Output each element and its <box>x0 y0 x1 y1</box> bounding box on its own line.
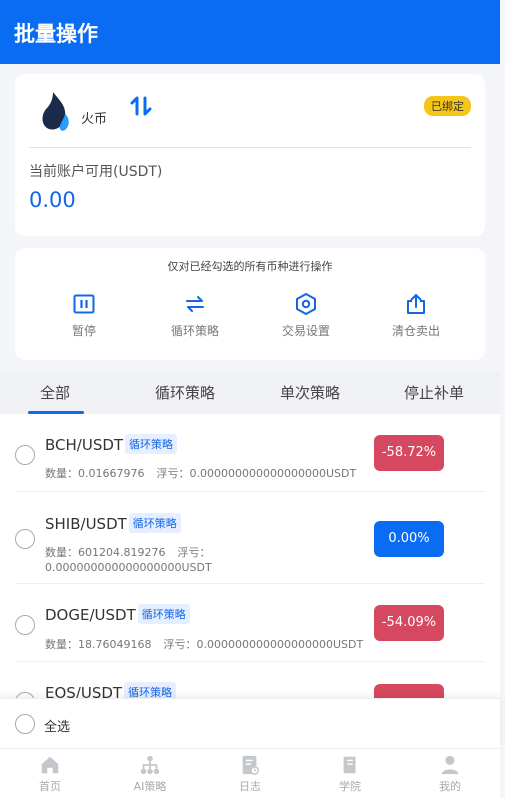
coin-pair-name: DOGE/USDT <box>45 606 136 624</box>
pnl-label: 浮亏： <box>163 638 197 651</box>
book-icon <box>343 756 356 774</box>
row-checkbox[interactable] <box>15 615 35 635</box>
quantity-value: 601204.819276 <box>78 546 166 559</box>
profit-percent-button[interactable]: 0.00% <box>374 521 444 557</box>
coin-pair: BCH/USDT 循环策略 <box>45 434 178 454</box>
strategy-tag: 循环策略 <box>124 682 177 698</box>
filter-tabs: 全部 循环策略 单次策略 停止补单 <box>0 371 500 414</box>
quantity-value: 0.01667976 <box>78 467 145 480</box>
nav-label: 日志 <box>239 780 261 793</box>
nav-label: AI策略 <box>133 780 167 793</box>
hierarchy-icon <box>140 755 160 775</box>
pause-label: 暂停 <box>71 324 96 338</box>
coin-pair-name: EOS/USDT <box>45 684 123 698</box>
quantity-label: 数量： <box>45 638 78 651</box>
settings-icon <box>296 293 316 315</box>
quantity-value: 18.76049168 <box>78 638 152 651</box>
pause-button[interactable]: 暂停 <box>29 292 139 339</box>
nav-item-log[interactable]: 日志 <box>220 754 280 794</box>
available-label: 当前账户可用(USDT) <box>29 164 163 180</box>
pnl-value: 0.000000000000000000USDT <box>189 467 357 480</box>
pnl-value: 0.000000000000000000USDT <box>196 638 364 651</box>
operations-card: 仅对已经勾选的所有币种进行操作 暂停 循环策略 交易设置 清仓卖出 <box>15 248 485 360</box>
select-all-checkbox[interactable] <box>15 714 35 734</box>
operations-note: 仅对已经勾选的所有币种进行操作 <box>167 260 333 273</box>
user-icon <box>441 755 459 775</box>
list-item[interactable]: BCH/USDT 循环策略 数量：0.01667976 浮亏：0.000000000… <box>0 414 500 492</box>
trade-settings-button[interactable]: 交易设置 <box>251 292 361 339</box>
liquidate-sell-button[interactable]: 清仓卖出 <box>361 292 471 339</box>
cycle-strategy-button[interactable]: 循环策略 <box>140 292 250 339</box>
select-all-bar: 全选 <box>0 698 500 748</box>
exchange-card: 火币 已绑定 当前账户可用(USDT) 0.00 <box>15 74 485 236</box>
pnl-value: 0.000000000000000000USDT <box>45 561 212 574</box>
row-checkbox[interactable] <box>15 529 35 549</box>
quantity-label: 数量： <box>45 467 78 480</box>
pnl-label: 浮亏： <box>156 467 190 480</box>
quantity-label: 数量： <box>45 546 78 559</box>
bottom-nav: 首页 AI策略 日志 学院 我的 <box>0 748 500 798</box>
profit-percent-button[interactable]: -58.72% <box>374 435 444 471</box>
strategy-tag: 循环策略 <box>128 513 181 533</box>
strategy-tag: 循环策略 <box>125 434 178 454</box>
coin-list: BCH/USDT 循环策略 数量：0.01667976 浮亏：0.000000000… <box>0 414 500 698</box>
coin-meta: 数量：601204.819276 浮亏： 0.000000000000000000U… <box>45 545 245 575</box>
coin-pair: EOS/USDT 循环策略 <box>45 682 177 698</box>
coin-pair: SHIB/USDT 循环策略 <box>45 513 181 533</box>
home-icon <box>41 756 59 774</box>
profit-percent-button[interactable]: -54.09% <box>374 605 444 641</box>
nav-item-me[interactable]: 我的 <box>420 754 480 794</box>
coin-meta: 数量：0.01667976 浮亏：0.000000000000000000USDT <box>45 466 356 481</box>
tab-single-strategy[interactable]: 单次策略 <box>280 382 340 403</box>
tab-stop-replenish[interactable]: 停止补单 <box>404 382 464 403</box>
share-out-icon <box>407 294 425 314</box>
divider <box>29 147 471 148</box>
profit-percent-button[interactable] <box>374 684 444 698</box>
nav-item-home[interactable]: 首页 <box>20 754 80 794</box>
coin-pair-name: BCH/USDT <box>45 436 124 454</box>
nav-label: 我的 <box>439 780 461 793</box>
nav-label: 学院 <box>339 780 361 793</box>
tab-cycle-strategy[interactable]: 循环策略 <box>155 382 215 403</box>
app-header: 批量操作 <box>0 0 500 64</box>
pnl-label: 浮亏： <box>177 546 211 559</box>
cycle-icon <box>186 296 204 312</box>
list-item[interactable]: EOS/USDT 循环策略 <box>0 662 500 698</box>
coin-pair: DOGE/USDT 循环策略 <box>45 604 190 624</box>
trade-settings-label: 交易设置 <box>281 324 330 338</box>
available-value: 0.00 <box>29 188 76 212</box>
status-badge: 已绑定 <box>424 96 471 116</box>
coin-meta: 数量：18.76049168 浮亏：0.000000000000000000USD… <box>45 637 363 652</box>
list-item[interactable]: SHIB/USDT 循环策略 数量：601204.819276 浮亏： 0.00000… <box>0 492 500 584</box>
nav-item-academy[interactable]: 学院 <box>320 754 380 794</box>
cycle-strategy-label: 循环策略 <box>170 324 219 338</box>
swap-icon[interactable] <box>129 94 153 118</box>
liquidate-sell-label: 清仓卖出 <box>391 324 440 338</box>
select-all-label[interactable]: 全选 <box>44 716 70 735</box>
pause-icon <box>73 294 95 314</box>
nav-label: 首页 <box>39 780 61 793</box>
nav-item-ai-strategy[interactable]: AI策略 <box>120 754 180 794</box>
coin-pair-name: SHIB/USDT <box>45 515 127 533</box>
list-item[interactable]: DOGE/USDT 循环策略 数量：18.76049168 浮亏：0.0000000… <box>0 584 500 662</box>
tab-all[interactable]: 全部 <box>40 382 70 403</box>
log-icon <box>242 755 259 775</box>
row-checkbox[interactable] <box>15 445 35 465</box>
strategy-tag: 循环策略 <box>137 604 190 624</box>
page-title: 批量操作 <box>14 22 98 46</box>
huobi-logo <box>42 92 69 131</box>
exchange-name: 火币 <box>81 112 108 127</box>
